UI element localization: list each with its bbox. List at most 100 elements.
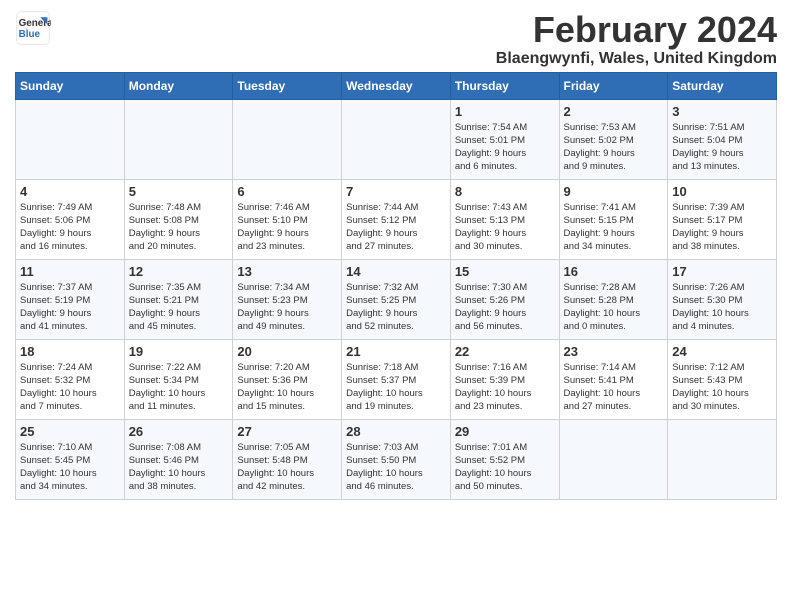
- day-info: Sunrise: 7:20 AM Sunset: 5:36 PM Dayligh…: [237, 361, 337, 414]
- day-number: 27: [237, 424, 337, 439]
- calendar-week-3: 11 Sunrise: 7:37 AM Sunset: 5:19 PM Dayli…: [16, 259, 777, 339]
- calendar-cell: 24Sunrise: 7:12 AM Sunset: 5:43 PM Dayli…: [668, 339, 777, 419]
- calendar-cell: 2 Sunrise: 7:53 AM Sunset: 5:02 PM Daylig…: [559, 99, 668, 179]
- day-number: 10: [672, 184, 772, 199]
- day-number: 3: [672, 104, 772, 119]
- day-info: Sunrise: 7:39 AM Sunset: 5:17 PM Dayligh…: [672, 201, 772, 254]
- day-info: Sunrise: 7:05 AM Sunset: 5:48 PM Dayligh…: [237, 441, 337, 494]
- column-header-sunday: Sunday: [16, 72, 125, 99]
- column-header-thursday: Thursday: [450, 72, 559, 99]
- column-header-wednesday: Wednesday: [342, 72, 451, 99]
- day-info: Sunrise: 7:51 AM Sunset: 5:04 PM Dayligh…: [672, 121, 772, 174]
- calendar-cell: 11 Sunrise: 7:37 AM Sunset: 5:19 PM Dayli…: [16, 259, 125, 339]
- calendar-week-5: 25 Sunrise: 7:10 AM Sunset: 5:45 PM Dayli…: [16, 419, 777, 499]
- location-title: Blaengwynfi, Wales, United Kingdom: [496, 50, 777, 68]
- day-info: Sunrise: 7:30 AM Sunset: 5:26 PM Dayligh…: [455, 281, 555, 334]
- day-number: 22: [455, 344, 555, 359]
- day-number: 1: [455, 104, 555, 119]
- day-info: Sunrise: 7:44 AM Sunset: 5:12 PM Dayligh…: [346, 201, 446, 254]
- day-number: 5: [129, 184, 229, 199]
- day-number: 20: [237, 344, 337, 359]
- calendar-cell: 23Sunrise: 7:14 AM Sunset: 5:41 PM Dayli…: [559, 339, 668, 419]
- calendar-cell: 16 Sunrise: 7:28 AM Sunset: 5:28 PM Dayli…: [559, 259, 668, 339]
- day-number: 26: [129, 424, 229, 439]
- calendar-cell: 10 Sunrise: 7:39 AM Sunset: 5:17 PM Dayli…: [668, 179, 777, 259]
- calendar-week-4: 18 Sunrise: 7:24 AM Sunset: 5:32 PM Dayli…: [16, 339, 777, 419]
- column-header-friday: Friday: [559, 72, 668, 99]
- column-header-monday: Monday: [124, 72, 233, 99]
- calendar-cell: 1 Sunrise: 7:54 AM Sunset: 5:01 PM Daylig…: [450, 99, 559, 179]
- day-info: Sunrise: 7:28 AM Sunset: 5:28 PM Dayligh…: [564, 281, 664, 334]
- day-number: 6: [237, 184, 337, 199]
- day-number: 7: [346, 184, 446, 199]
- calendar-cell: 14Sunrise: 7:32 AM Sunset: 5:25 PM Dayli…: [342, 259, 451, 339]
- day-info: Sunrise: 7:32 AM Sunset: 5:25 PM Dayligh…: [346, 281, 446, 334]
- calendar-cell: 17 Sunrise: 7:26 AM Sunset: 5:30 PM Dayli…: [668, 259, 777, 339]
- calendar-cell: 26 Sunrise: 7:08 AM Sunset: 5:46 PM Dayli…: [124, 419, 233, 499]
- calendar-cell: [342, 99, 451, 179]
- day-info: Sunrise: 7:46 AM Sunset: 5:10 PM Dayligh…: [237, 201, 337, 254]
- day-info: Sunrise: 7:22 AM Sunset: 5:34 PM Dayligh…: [129, 361, 229, 414]
- calendar-cell: [233, 99, 342, 179]
- day-info: Sunrise: 7:35 AM Sunset: 5:21 PM Dayligh…: [129, 281, 229, 334]
- day-info: Sunrise: 7:08 AM Sunset: 5:46 PM Dayligh…: [129, 441, 229, 494]
- day-number: 9: [564, 184, 664, 199]
- day-number: 11: [20, 264, 120, 279]
- day-info: Sunrise: 7:24 AM Sunset: 5:32 PM Dayligh…: [20, 361, 120, 414]
- day-number: 2: [564, 104, 664, 119]
- calendar-cell: 19Sunrise: 7:22 AM Sunset: 5:34 PM Dayli…: [124, 339, 233, 419]
- day-info: Sunrise: 7:48 AM Sunset: 5:08 PM Dayligh…: [129, 201, 229, 254]
- calendar-cell: 28 Sunrise: 7:03 AM Sunset: 5:50 PM Dayli…: [342, 419, 451, 499]
- calendar-cell: 9 Sunrise: 7:41 AM Sunset: 5:15 PM Daylig…: [559, 179, 668, 259]
- day-info: Sunrise: 7:03 AM Sunset: 5:50 PM Dayligh…: [346, 441, 446, 494]
- calendar-cell: 20 Sunrise: 7:20 AM Sunset: 5:36 PM Dayli…: [233, 339, 342, 419]
- calendar-cell: 7 Sunrise: 7:44 AM Sunset: 5:12 PM Daylig…: [342, 179, 451, 259]
- calendar-cell: 6 Sunrise: 7:46 AM Sunset: 5:10 PM Daylig…: [233, 179, 342, 259]
- day-info: Sunrise: 7:18 AM Sunset: 5:37 PM Dayligh…: [346, 361, 446, 414]
- day-number: 23: [564, 344, 664, 359]
- calendar-cell: 25 Sunrise: 7:10 AM Sunset: 5:45 PM Dayli…: [16, 419, 125, 499]
- day-info: Sunrise: 7:49 AM Sunset: 5:06 PM Dayligh…: [20, 201, 120, 254]
- calendar-body: 1 Sunrise: 7:54 AM Sunset: 5:01 PM Daylig…: [16, 99, 777, 499]
- calendar-table: SundayMondayTuesdayWednesdayThursdayFrid…: [15, 72, 777, 500]
- day-number: 15: [455, 264, 555, 279]
- day-number: 24: [672, 344, 772, 359]
- calendar-cell: 15 Sunrise: 7:30 AM Sunset: 5:26 PM Dayli…: [450, 259, 559, 339]
- month-title: February 2024: [496, 10, 777, 50]
- logo: General Blue: [15, 10, 51, 46]
- day-number: 25: [20, 424, 120, 439]
- page-header: General Blue February 2024 Blaengwynfi, …: [15, 10, 777, 68]
- calendar-cell: [668, 419, 777, 499]
- day-info: Sunrise: 7:43 AM Sunset: 5:13 PM Dayligh…: [455, 201, 555, 254]
- calendar-cell: 27 Sunrise: 7:05 AM Sunset: 5:48 PM Dayli…: [233, 419, 342, 499]
- calendar-header: SundayMondayTuesdayWednesdayThursdayFrid…: [16, 72, 777, 99]
- calendar-cell: 29 Sunrise: 7:01 AM Sunset: 5:52 PM Dayli…: [450, 419, 559, 499]
- day-number: 29: [455, 424, 555, 439]
- calendar-cell: [124, 99, 233, 179]
- day-info: Sunrise: 7:41 AM Sunset: 5:15 PM Dayligh…: [564, 201, 664, 254]
- day-info: Sunrise: 7:16 AM Sunset: 5:39 PM Dayligh…: [455, 361, 555, 414]
- column-header-saturday: Saturday: [668, 72, 777, 99]
- day-info: Sunrise: 7:10 AM Sunset: 5:45 PM Dayligh…: [20, 441, 120, 494]
- day-number: 21: [346, 344, 446, 359]
- svg-text:Blue: Blue: [19, 29, 41, 40]
- calendar-week-1: 1 Sunrise: 7:54 AM Sunset: 5:01 PM Daylig…: [16, 99, 777, 179]
- day-number: 17: [672, 264, 772, 279]
- calendar-cell: 13Sunrise: 7:34 AM Sunset: 5:23 PM Dayli…: [233, 259, 342, 339]
- day-number: 12: [129, 264, 229, 279]
- calendar-cell: 5 Sunrise: 7:48 AM Sunset: 5:08 PM Daylig…: [124, 179, 233, 259]
- day-info: Sunrise: 7:53 AM Sunset: 5:02 PM Dayligh…: [564, 121, 664, 174]
- day-info: Sunrise: 7:26 AM Sunset: 5:30 PM Dayligh…: [672, 281, 772, 334]
- day-info: Sunrise: 7:37 AM Sunset: 5:19 PM Dayligh…: [20, 281, 120, 334]
- day-info: Sunrise: 7:01 AM Sunset: 5:52 PM Dayligh…: [455, 441, 555, 494]
- calendar-cell: 18 Sunrise: 7:24 AM Sunset: 5:32 PM Dayli…: [16, 339, 125, 419]
- day-number: 4: [20, 184, 120, 199]
- title-block: February 2024 Blaengwynfi, Wales, United…: [496, 10, 777, 68]
- calendar-cell: 8Sunrise: 7:43 AM Sunset: 5:13 PM Daylig…: [450, 179, 559, 259]
- column-header-tuesday: Tuesday: [233, 72, 342, 99]
- calendar-cell: 22 Sunrise: 7:16 AM Sunset: 5:39 PM Dayli…: [450, 339, 559, 419]
- day-number: 16: [564, 264, 664, 279]
- day-number: 28: [346, 424, 446, 439]
- day-info: Sunrise: 7:54 AM Sunset: 5:01 PM Dayligh…: [455, 121, 555, 174]
- day-number: 18: [20, 344, 120, 359]
